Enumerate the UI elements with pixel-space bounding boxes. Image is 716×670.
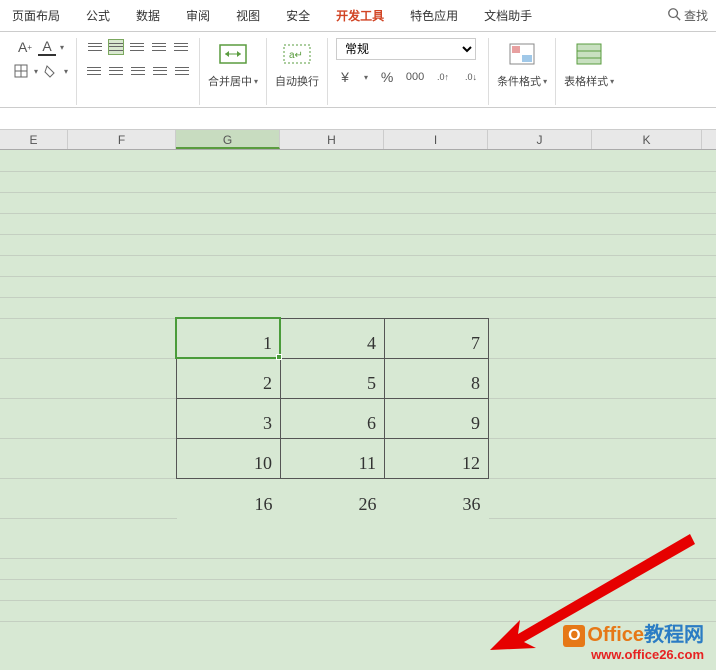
tab-data[interactable]: 数据 [132,4,164,27]
cell[interactable]: 12 [385,439,489,479]
cell[interactable]: 26 [281,479,385,519]
align-group [77,38,200,105]
number-group: 常规 ¥▾ % 000 .0↑ .0↓ [328,38,489,105]
search-button[interactable]: 查找 [667,4,708,27]
indent-decrease-icon[interactable] [150,38,168,56]
table-row: 1 4 7 [177,319,489,359]
align-center-icon[interactable] [107,62,125,80]
cond-format-group: 条件格式▾ [489,38,556,105]
svg-text:a↵: a↵ [289,50,303,61]
comma-icon[interactable]: 000 [406,68,424,86]
formula-bar[interactable] [0,108,716,130]
chevron-down-icon[interactable]: ▾ [64,67,68,76]
col-header-j[interactable]: J [488,130,592,149]
chevron-down-icon[interactable]: ▾ [34,67,38,76]
table-row: 10 11 12 [177,439,489,479]
indent-increase-icon[interactable] [172,38,190,56]
watermark-brand: Office [587,624,644,646]
search-icon [667,7,681,24]
wrap-text-icon[interactable]: a↵ [281,38,313,70]
col-header-f[interactable]: F [68,130,176,149]
col-header-k[interactable]: K [592,130,702,149]
border-icon[interactable] [12,62,30,80]
merge-label[interactable]: 合并居中▾ [208,73,258,89]
cell[interactable]: 6 [281,399,385,439]
table-row: 3 6 9 [177,399,489,439]
font-group: A+ A ▾ ▾ ▾ [4,38,77,105]
align-left-icon[interactable] [85,62,103,80]
percent-icon[interactable]: % [378,68,396,86]
cell[interactable]: 2 [177,359,281,399]
data-table: 1 4 7 2 5 8 3 6 9 10 11 12 16 26 [176,318,489,519]
conditional-format-icon[interactable] [506,38,538,70]
cell[interactable]: 36 [385,479,489,519]
fill-color-icon[interactable] [42,62,60,80]
column-headers: E F G H I J K [0,130,716,150]
tab-page-layout[interactable]: 页面布局 [8,4,64,27]
spreadsheet-grid[interactable]: E F G H I J K 1 4 [0,130,716,670]
search-label: 查找 [684,7,708,24]
merge-cells-icon[interactable] [217,38,249,70]
cell[interactable]: 16 [177,479,281,519]
tab-formula[interactable]: 公式 [82,4,114,27]
tab-view[interactable]: 视图 [232,4,264,27]
align-bottom-icon[interactable] [128,38,146,56]
col-header-e[interactable]: E [0,130,68,149]
col-header-g[interactable]: G [176,130,280,149]
ribbon-tabs: 页面布局 公式 数据 审阅 视图 安全 开发工具 特色应用 文档助手 查找 [0,0,716,32]
chevron-down-icon[interactable]: ▾ [60,43,64,52]
tab-devtools[interactable]: 开发工具 [332,4,388,27]
tab-security[interactable]: 安全 [282,4,314,27]
increase-font-icon[interactable]: A+ [16,38,34,56]
cell[interactable]: 3 [177,399,281,439]
cell[interactable]: 11 [281,439,385,479]
tab-special[interactable]: 特色应用 [406,4,462,27]
merge-group: 合并居中▾ [200,38,267,105]
align-top-icon[interactable] [86,38,104,56]
watermark-logo-icon: O [563,625,585,647]
number-format-select[interactable]: 常规 [336,38,476,60]
tab-review[interactable]: 审阅 [182,4,214,27]
toolbar: A+ A ▾ ▾ ▾ [0,32,716,108]
wrap-group: a↵ 自动换行 [267,38,328,105]
cell[interactable]: 1 [177,319,281,359]
currency-icon[interactable]: ¥ [336,68,354,86]
tab-doc-helper[interactable]: 文档助手 [480,4,536,27]
cell[interactable]: 5 [281,359,385,399]
cell[interactable]: 7 [385,319,489,359]
watermark-url: www.office26.com [563,647,704,662]
distribute-icon[interactable] [173,62,191,80]
cell[interactable]: 4 [281,319,385,359]
decrease-decimal-icon[interactable]: .0↓ [462,68,480,86]
col-header-i[interactable]: I [384,130,488,149]
align-middle-icon[interactable] [108,39,124,55]
wrap-label[interactable]: 自动换行 [275,73,319,89]
font-color-icon[interactable]: A [38,38,56,56]
table-sum-row: 16 26 36 [177,479,489,519]
cell[interactable]: 10 [177,439,281,479]
justify-icon[interactable] [151,62,169,80]
watermark: OOffice教程网 www.office26.com [563,618,704,662]
col-header-h[interactable]: H [280,130,384,149]
watermark-suffix: 教程网 [644,624,704,646]
cond-format-label[interactable]: 条件格式▾ [497,73,547,89]
table-row: 2 5 8 [177,359,489,399]
increase-decimal-icon[interactable]: .0↑ [434,68,452,86]
cell[interactable]: 9 [385,399,489,439]
align-right-icon[interactable] [129,62,147,80]
table-style-group: 表格样式▾ [556,38,622,105]
table-style-label[interactable]: 表格样式▾ [564,73,614,89]
table-style-icon[interactable] [573,38,605,70]
cell[interactable]: 8 [385,359,489,399]
